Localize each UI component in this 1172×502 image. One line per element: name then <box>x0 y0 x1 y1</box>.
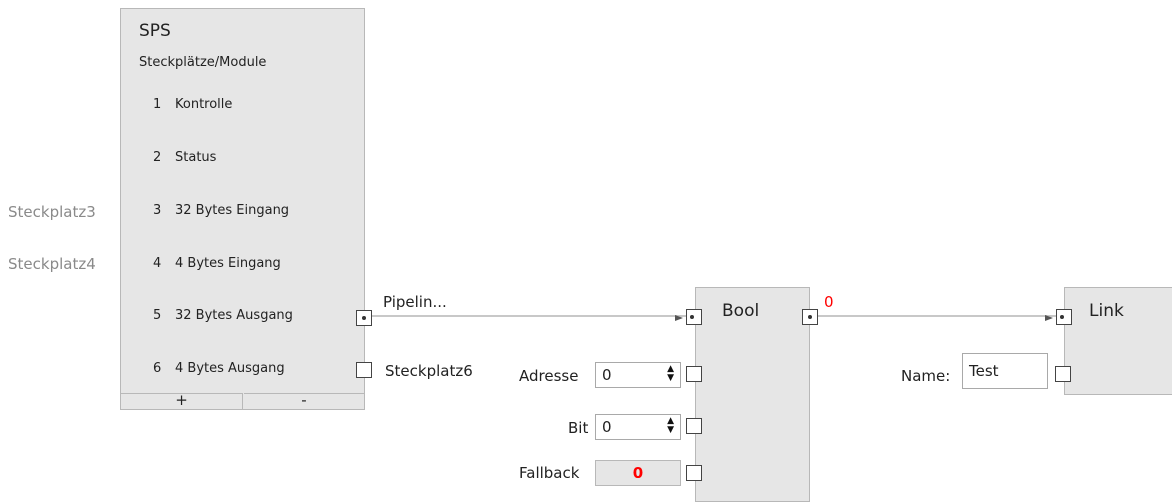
slot-number: 2 <box>153 150 162 165</box>
external-label-slot3: Steckplatz3 <box>8 203 96 221</box>
bit-label: Bit <box>568 419 589 437</box>
adresse-label: Adresse <box>519 367 579 385</box>
fallback-label: Fallback <box>519 464 580 482</box>
adresse-stepper[interactable]: 0 ▲ ▼ <box>595 362 681 388</box>
fallback-input-port[interactable] <box>686 465 702 481</box>
slot-item-1[interactable]: 1 Kontrolle <box>153 97 232 112</box>
bool-input-port[interactable] <box>675 309 702 325</box>
slot-item-3[interactable]: 3 32 Bytes Eingang <box>153 203 289 218</box>
slot-label: Kontrolle <box>175 97 233 112</box>
slot-number: 5 <box>153 308 162 323</box>
sps-node[interactable]: SPS Steckplätze/Module 1 Kontrolle 2 Statu… <box>120 8 365 410</box>
bool-output-value: 0 <box>824 293 834 311</box>
slot-label: 32 Bytes Eingang <box>175 203 290 218</box>
name-field[interactable]: Test <box>962 353 1048 389</box>
link-title: Link <box>1089 301 1124 321</box>
external-label-slot4: Steckplatz4 <box>8 255 96 273</box>
adresse-value: 0 <box>602 366 612 384</box>
slot-label: 32 Bytes Ausgang <box>175 308 293 323</box>
slot-number: 6 <box>153 361 162 376</box>
slot-label: 4 Bytes Ausgang <box>175 361 285 376</box>
remove-slot-button[interactable]: - <box>244 393 364 409</box>
add-slot-button[interactable]: + <box>121 393 243 409</box>
slot5-output-port[interactable] <box>356 310 372 326</box>
slot-item-5[interactable]: 5 32 Bytes Ausgang <box>153 308 293 323</box>
slot-number: 4 <box>153 256 162 271</box>
slot6-label: Steckplatz6 <box>385 362 473 380</box>
name-input-port[interactable] <box>1055 366 1071 382</box>
slot6-output-port[interactable] <box>356 362 372 378</box>
stepper-arrows-icon[interactable]: ▲ ▼ <box>667 417 674 435</box>
slot-item-4[interactable]: 4 4 Bytes Eingang <box>153 256 281 271</box>
slot-label: Status <box>175 150 217 165</box>
stepper-arrows-icon[interactable]: ▲ ▼ <box>667 365 674 383</box>
sps-subtitle: Steckplätze/Module <box>139 55 267 70</box>
bit-input-port[interactable] <box>686 418 702 434</box>
name-label: Name: <box>901 367 951 385</box>
fallback-value[interactable]: 0 <box>595 460 681 486</box>
slot-item-2[interactable]: 2 Status <box>153 150 216 165</box>
bool-title: Bool <box>722 301 760 321</box>
bool-output-port[interactable] <box>802 309 818 325</box>
slot-number: 1 <box>153 97 162 112</box>
bit-stepper[interactable]: 0 ▲ ▼ <box>595 414 681 440</box>
adresse-input-port[interactable] <box>686 366 702 382</box>
slot5-wire-label: Pipelin... <box>383 293 447 311</box>
sps-title: SPS <box>139 21 171 41</box>
slot-number: 3 <box>153 203 162 218</box>
link-input-port[interactable] <box>1045 309 1072 325</box>
slot-item-6[interactable]: 6 4 Bytes Ausgang <box>153 361 285 376</box>
slot-label: 4 Bytes Eingang <box>175 256 281 271</box>
bit-value: 0 <box>602 418 612 436</box>
